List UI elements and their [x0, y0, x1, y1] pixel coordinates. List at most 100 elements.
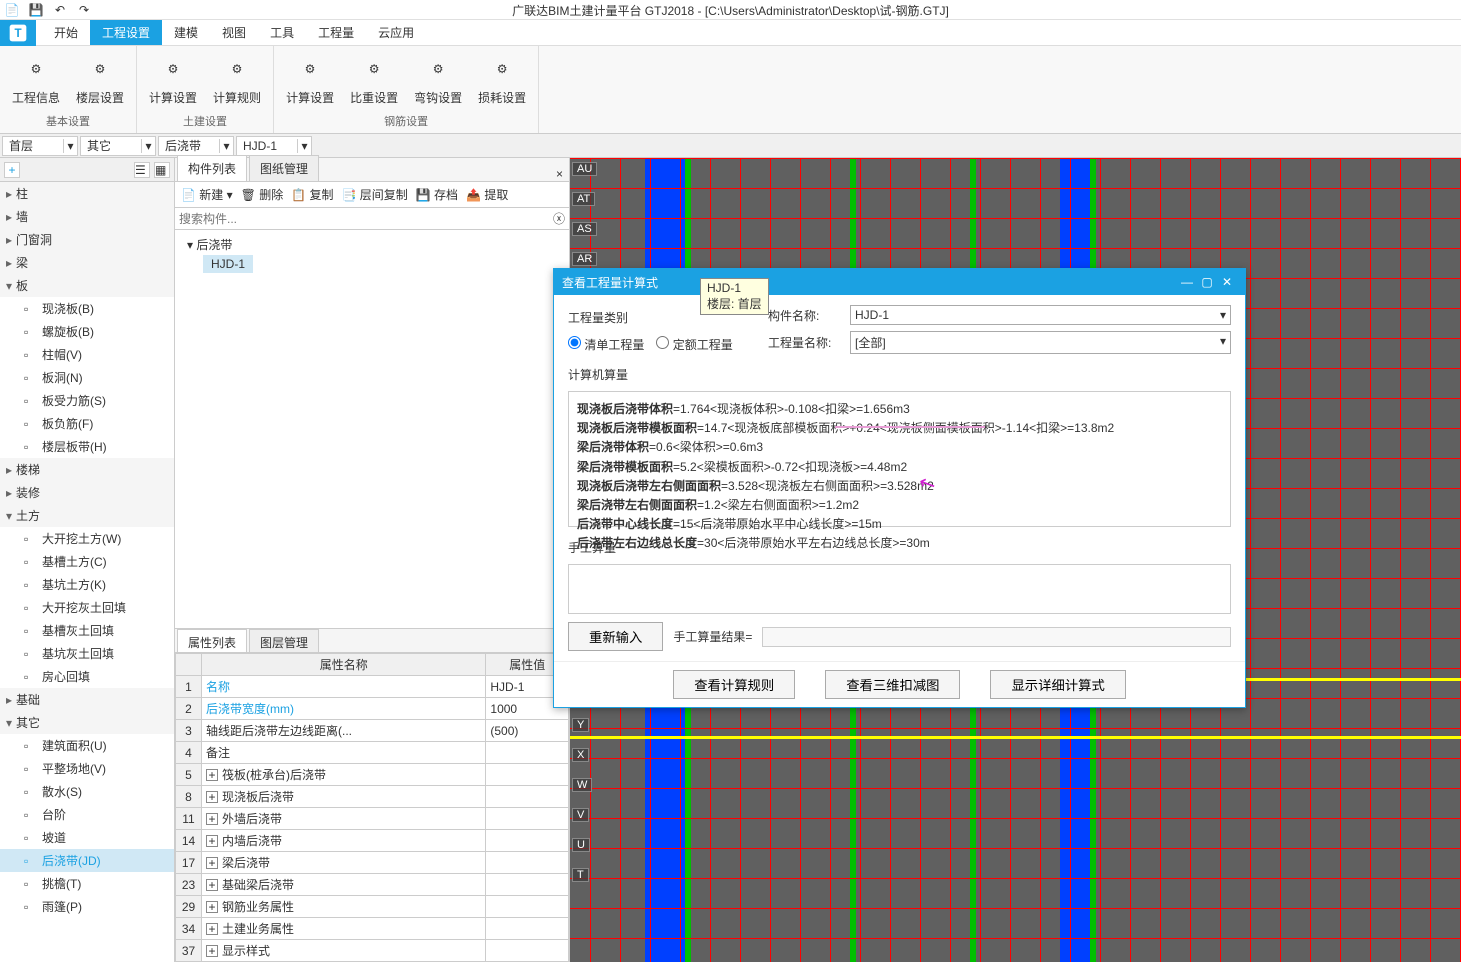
selector-dropdown[interactable]: 后浇带▾ — [158, 136, 234, 156]
toolbar-btn[interactable]: 📄 新建 ▾ — [181, 186, 233, 203]
radio-quota[interactable]: 定额工程量 — [656, 336, 732, 353]
tree-item[interactable]: ▫基坑土方(K) — [0, 573, 174, 596]
tree-item[interactable]: ▫平整场地(V) — [0, 757, 174, 780]
tree-category[interactable]: ▾ 其它 — [0, 711, 174, 734]
tree-category[interactable]: ▸ 门窗洞 — [0, 228, 174, 251]
property-row[interactable]: 23+基础梁后浇带 — [176, 874, 569, 896]
tree-category[interactable]: ▸ 墙 — [0, 205, 174, 228]
qat-icon[interactable]: ↷ — [76, 2, 92, 18]
property-row[interactable]: 5+筏板(桩承台)后浇带 — [176, 764, 569, 786]
tree-item[interactable]: ▫大开挖土方(W) — [0, 527, 174, 550]
tab-drawing-mgmt[interactable]: 图纸管理 — [249, 155, 319, 181]
property-row[interactable]: 34+土建业务属性 — [176, 918, 569, 940]
menu-tab-5[interactable]: 工程量 — [306, 20, 366, 45]
selector-dropdown[interactable]: HJD-1▾ — [236, 136, 312, 156]
tree-category[interactable]: ▸ 柱 — [0, 182, 174, 205]
tree-item[interactable]: ▫柱帽(V) — [0, 343, 174, 366]
view-rules-button[interactable]: 查看计算规则 — [673, 670, 795, 699]
search-input[interactable] — [179, 212, 553, 226]
tree-item[interactable]: ▫板受力筋(S) — [0, 389, 174, 412]
tab-properties[interactable]: 属性列表 — [177, 629, 247, 652]
add-icon[interactable]: + — [4, 162, 20, 178]
tree-item[interactable]: ▫基坑灰土回填 — [0, 642, 174, 665]
tab-component-list[interactable]: 构件列表 — [177, 155, 247, 181]
tree-item[interactable]: ▫螺旋板(B) — [0, 320, 174, 343]
property-row[interactable]: 17+梁后浇带 — [176, 852, 569, 874]
property-row[interactable]: 11+外墙后浇带 — [176, 808, 569, 830]
tree-item[interactable]: ▫散水(S) — [0, 780, 174, 803]
manual-result-input[interactable] — [762, 627, 1231, 647]
toolbar-btn[interactable]: 📑 层间复制 — [342, 186, 408, 203]
dialog-titlebar[interactable]: 查看工程量计算式 — ▢ ✕ — [554, 269, 1245, 295]
comp-tree-root[interactable]: ▾ 后浇带 — [179, 234, 565, 255]
tree-item[interactable]: ▫大开挖灰土回填 — [0, 596, 174, 619]
tree-category[interactable]: ▾ 土方 — [0, 504, 174, 527]
tree-category[interactable]: ▸ 基础 — [0, 688, 174, 711]
menu-tab-4[interactable]: 工具 — [258, 20, 306, 45]
tree-item[interactable]: ▫后浇带(JD) — [0, 849, 174, 872]
qat-icon[interactable]: ↶ — [52, 2, 68, 18]
comp-tree-item[interactable]: HJD-1 — [203, 255, 253, 273]
list-view-icon[interactable]: ☰ — [134, 162, 150, 178]
ribbon-item[interactable]: ⚙损耗设置 — [474, 49, 530, 110]
ribbon-item[interactable]: ⚙工程信息 — [8, 49, 64, 110]
property-row[interactable]: 37+显示样式 — [176, 940, 569, 962]
ribbon-item[interactable]: ⚙弯钩设置 — [410, 49, 466, 110]
tree-item[interactable]: ▫基槽灰土回填 — [0, 619, 174, 642]
ribbon-item[interactable]: ⚙楼层设置 — [72, 49, 128, 110]
tree-item[interactable]: ▫楼层板带(H) — [0, 435, 174, 458]
search-clear-icon[interactable]: ⓧ — [553, 210, 565, 227]
tree-item[interactable]: ▫房心回填 — [0, 665, 174, 688]
view-detail-button[interactable]: 显示详细计算式 — [990, 670, 1125, 699]
tree-category[interactable]: ▸ 装修 — [0, 481, 174, 504]
menu-tab-1[interactable]: 工程设置 — [90, 20, 162, 45]
reinput-button[interactable]: 重新输入 — [568, 622, 663, 651]
property-row[interactable]: 1名称HJD-1 — [176, 676, 569, 698]
toolbar-btn[interactable]: 📤 提取 — [466, 186, 508, 203]
tree-item[interactable]: ▫基槽土方(C) — [0, 550, 174, 573]
tree-item[interactable]: ▫板洞(N) — [0, 366, 174, 389]
ribbon-item[interactable]: ⚙比重设置 — [346, 49, 402, 110]
close-icon[interactable]: ✕ — [1217, 275, 1237, 289]
select-quantity-type[interactable]: [全部]▾ — [850, 331, 1231, 354]
property-row[interactable]: 14+内墙后浇带 — [176, 830, 569, 852]
minimize-icon[interactable]: — — [1177, 275, 1197, 289]
ribbon-item[interactable]: ⚙计算设置 — [145, 49, 201, 110]
toolbar-btn[interactable]: 🗑 删除 — [241, 186, 284, 203]
tree-item[interactable]: ▫坡道 — [0, 826, 174, 849]
ribbon-item[interactable]: ⚙计算设置 — [282, 49, 338, 110]
qat-icon[interactable]: 💾 — [28, 2, 44, 18]
toolbar-btn[interactable]: 💾 存档 — [416, 186, 458, 203]
tree-item[interactable]: ▫雨篷(P) — [0, 895, 174, 918]
property-row[interactable]: 3轴线距后浇带左边线距离(...(500) — [176, 720, 569, 742]
menu-tab-6[interactable]: 云应用 — [366, 20, 426, 45]
tree-item[interactable]: ▫现浇板(B) — [0, 297, 174, 320]
close-icon[interactable]: × — [550, 167, 569, 181]
property-row[interactable]: 2后浇带宽度(mm)1000 — [176, 698, 569, 720]
tab-layers[interactable]: 图层管理 — [249, 629, 319, 652]
selector-dropdown[interactable]: 首层▾ — [2, 136, 78, 156]
menu-tab-3[interactable]: 视图 — [210, 20, 258, 45]
selector-dropdown[interactable]: 其它▾ — [80, 136, 156, 156]
property-row[interactable]: 8+现浇板后浇带 — [176, 786, 569, 808]
app-logo[interactable]: T — [0, 20, 36, 46]
tree-item[interactable]: ▫板负筋(F) — [0, 412, 174, 435]
property-row[interactable]: 29+钢筋业务属性 — [176, 896, 569, 918]
select-component[interactable]: HJD-1▾ — [850, 305, 1231, 325]
property-row[interactable]: 4备注 — [176, 742, 569, 764]
ribbon-item[interactable]: ⚙计算规则 — [209, 49, 265, 110]
tree-category[interactable]: ▸ 楼梯 — [0, 458, 174, 481]
tree-item[interactable]: ▫台阶 — [0, 803, 174, 826]
tree-item[interactable]: ▫建筑面积(U) — [0, 734, 174, 757]
tree-category[interactable]: ▸ 梁 — [0, 251, 174, 274]
toolbar-btn[interactable]: 📋 复制 — [291, 186, 333, 203]
manual-calc-box[interactable] — [568, 564, 1231, 614]
tree-category[interactable]: ▾ 板 — [0, 274, 174, 297]
maximize-icon[interactable]: ▢ — [1197, 275, 1217, 289]
view-3d-button[interactable]: 查看三维扣减图 — [825, 670, 960, 699]
qat-icon[interactable]: 📄 — [4, 2, 20, 18]
grid-view-icon[interactable]: ▦ — [154, 162, 170, 178]
menu-tab-0[interactable]: 开始 — [42, 20, 90, 45]
menu-tab-2[interactable]: 建模 — [162, 20, 210, 45]
tree-item[interactable]: ▫挑檐(T) — [0, 872, 174, 895]
